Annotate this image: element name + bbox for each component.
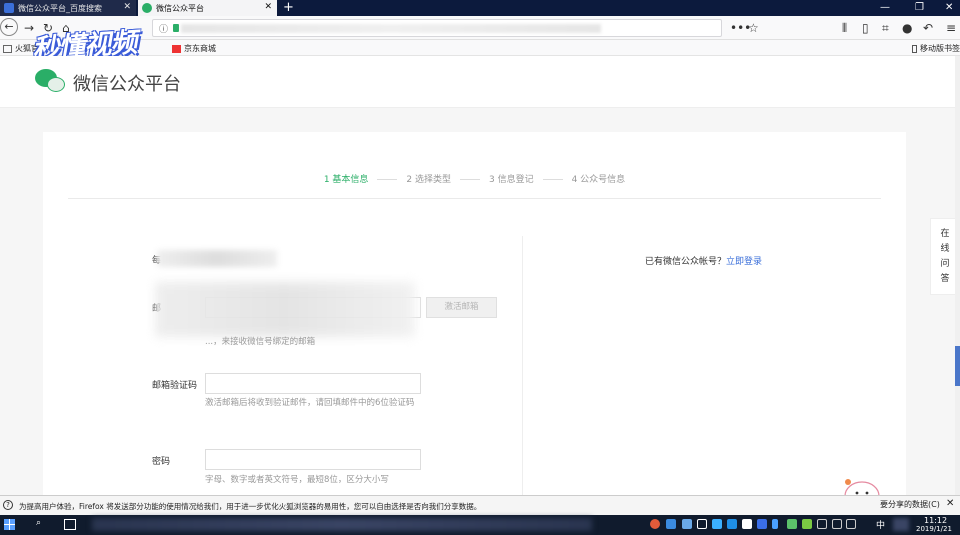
notification-message: 为提高用户体验，Firefox 将发送部分功能的使用情况给我们，用于进一步优化火… [19, 502, 482, 511]
column-divider [522, 236, 523, 495]
tray-app-icon[interactable] [727, 519, 737, 529]
menu-icon[interactable]: ≡ [946, 19, 956, 37]
nvidia-icon[interactable] [802, 519, 812, 529]
lock-icon [173, 24, 179, 32]
jd-icon [172, 44, 181, 53]
bookmark-star-icon[interactable]: ☆ [748, 19, 759, 37]
scrollbar[interactable] [955, 56, 960, 495]
navigation-toolbar: ← → ↻ ⌂ ⓘ ••• ☆ ⫴ ▯ ⌗ ● ↶ ≡ [0, 16, 960, 40]
tab-label: 微信公众平台_百度搜索 [18, 3, 102, 13]
tray-app-icon[interactable] [682, 519, 692, 529]
sidebar-icon[interactable]: ▯ [862, 19, 869, 37]
scrollbar-thumb[interactable] [955, 346, 960, 386]
telemetry-notification-bar: ? 为提高用户体验，Firefox 将发送部分功能的使用情况给我们，用于进一步优… [0, 495, 960, 515]
search-icon[interactable]: ⌕ [36, 518, 41, 528]
back-icon[interactable]: ← [0, 18, 18, 36]
bluetooth-icon[interactable] [772, 519, 778, 529]
battery-icon[interactable] [832, 519, 842, 529]
tray-app-icon[interactable] [650, 519, 660, 529]
url-text-blurred [181, 24, 601, 33]
tray-app-icon[interactable] [666, 519, 676, 529]
tab-baidu-search[interactable]: 微信公众平台_百度搜索 ✕ [0, 0, 136, 16]
help-icon: ? [3, 500, 13, 510]
volume-icon[interactable] [846, 519, 856, 529]
clock-date[interactable]: 2019/1/21 [916, 525, 952, 533]
login-link[interactable]: 立即登录 [726, 257, 762, 267]
password-label: 密码 [152, 457, 171, 467]
undo-icon[interactable]: ↶ [923, 19, 933, 37]
windows-start-icon[interactable] [4, 519, 15, 530]
blurred-tray [893, 518, 909, 531]
network-icon[interactable] [817, 519, 827, 529]
divider [68, 198, 881, 199]
password-hint: 字母、数字或者英文符号，最短8位，区分大小写 [205, 475, 389, 485]
info-icon[interactable]: ⓘ [159, 22, 168, 35]
verification-code-input[interactable] [205, 373, 421, 394]
share-data-button[interactable]: 要分享的数据(C) [880, 499, 940, 510]
tray-app-icon[interactable] [757, 519, 767, 529]
baidu-favicon-icon [4, 3, 14, 13]
step-info-registration: 3 信息登记 [489, 175, 534, 185]
tray-app-icon[interactable] [742, 519, 752, 529]
verification-code-hint: 激活邮箱后将收到验证邮件，请回填邮件中的6位验证码 [205, 398, 415, 408]
library-icon[interactable]: ⫴ [842, 19, 847, 37]
bookmark-label: 京东商城 [184, 44, 216, 53]
mobile-bookmarks[interactable]: 移动版书签 [912, 43, 960, 54]
step-choose-type: 2 选择类型 [406, 175, 451, 185]
bookmark-item[interactable]: 京东商城 [172, 43, 216, 54]
login-prompt-text: 已有微信公众帐号？ [645, 257, 727, 267]
clock-time[interactable]: 11:12 [924, 516, 947, 525]
tray-app-icon[interactable] [712, 519, 722, 529]
folder-icon [3, 44, 12, 53]
new-tab-button[interactable]: + [283, 0, 294, 15]
password-input[interactable] [205, 449, 421, 470]
close-notification-icon[interactable]: ✕ [946, 498, 954, 509]
tab-wechat-platform[interactable]: 微信公众平台 ✕ [138, 0, 277, 16]
screenshot-icon[interactable]: ⌗ [882, 19, 889, 37]
close-tab-icon[interactable]: ✕ [264, 2, 272, 12]
wechat-favicon-icon [142, 3, 152, 13]
blurred-region [155, 282, 415, 337]
minimize-button[interactable]: — [880, 0, 890, 15]
close-window-button[interactable]: ✕ [945, 0, 953, 15]
tab-bar: 微信公众平台_百度搜索 ✕ 微信公众平台 ✕ + — ❐ ✕ [0, 0, 960, 16]
address-bar[interactable]: ⓘ [152, 19, 722, 37]
blurred-text [157, 250, 277, 267]
close-tab-icon[interactable]: ✕ [123, 2, 131, 12]
step-basic-info: 1 基本信息 [323, 175, 369, 185]
mobile-icon [912, 44, 917, 53]
ime-indicator[interactable]: 中 [876, 518, 885, 531]
step-account-info: 4 公众号信息 [571, 175, 626, 185]
email-hint: ...，来接收微信号绑定的邮箱 [205, 337, 316, 347]
blurred-taskbar-apps [92, 518, 592, 531]
verification-code-label: 邮箱验证码 [152, 381, 198, 391]
site-header: 微信公众平台 [0, 56, 960, 108]
chat-icon[interactable]: ● [902, 19, 912, 37]
bookmarks-bar: 火狐官 京东商城 移动版书签 [0, 40, 960, 56]
tray-app-icon[interactable] [787, 519, 797, 529]
tray-cloud-icon[interactable] [697, 519, 707, 529]
activate-email-button[interactable]: 激活邮箱 [426, 297, 497, 318]
registration-card: 1 基本信息2 选择类型3 信息登记4 公众号信息 每 邮 激活邮箱 ...，来… [43, 132, 906, 495]
mobile-bookmarks-label: 移动版书签 [920, 44, 960, 53]
task-view-icon[interactable] [64, 519, 76, 530]
tab-label: 微信公众平台 [156, 3, 204, 13]
wechat-logo-icon[interactable] [35, 69, 67, 95]
windows-taskbar: ⌕ 中 11:12 2019/1/21 [0, 515, 960, 535]
site-title[interactable]: 微信公众平台 [73, 70, 181, 96]
login-prompt: 已有微信公众帐号？立即登录 [645, 254, 762, 267]
maximize-button[interactable]: ❐ [915, 0, 924, 15]
step-indicator: 1 基本信息 2 选择类型 3 信息登记 4 公众号信息 [43, 172, 906, 185]
